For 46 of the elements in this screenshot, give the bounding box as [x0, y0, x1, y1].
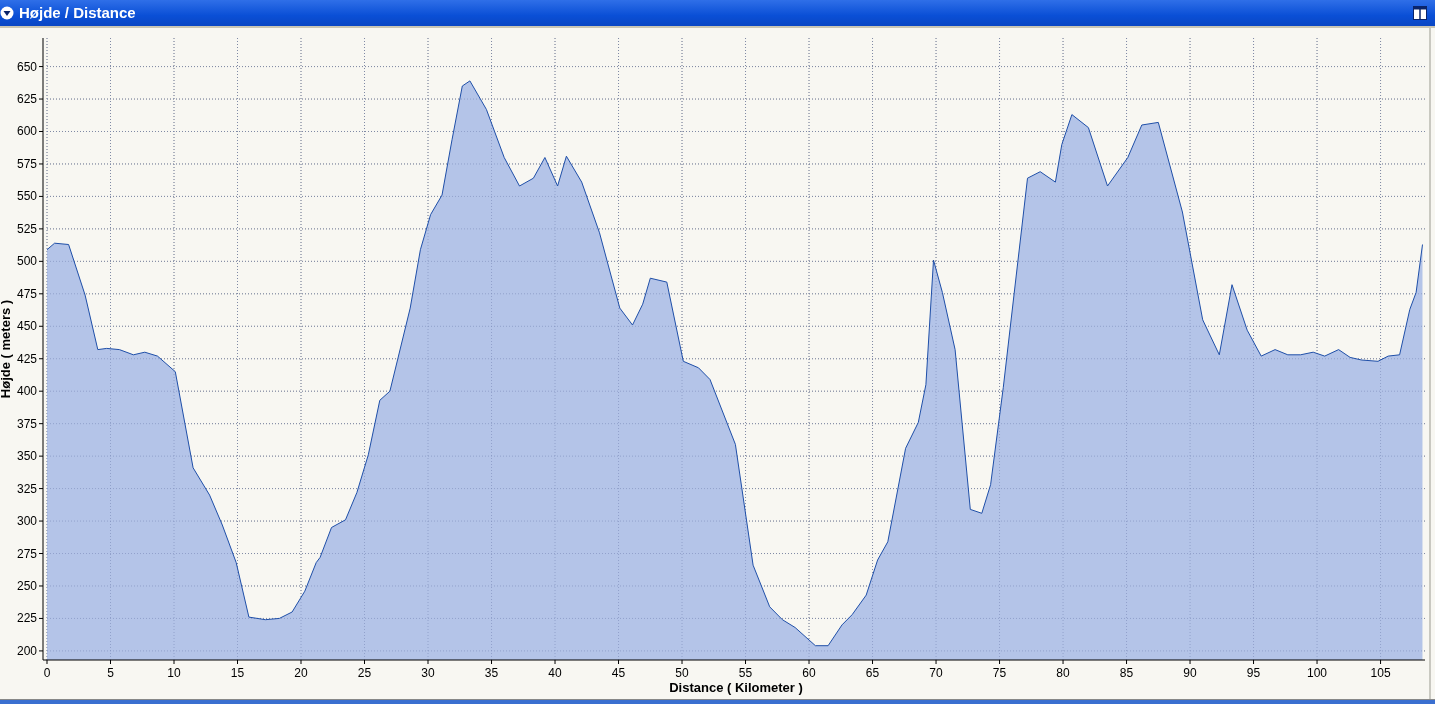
y-tick-label: 325: [16, 481, 37, 496]
y-tick-label: 225: [16, 611, 37, 626]
y-tick-label: 650: [16, 59, 37, 74]
x-tick-label: 15: [230, 665, 245, 680]
y-tick-label: 350: [16, 449, 37, 464]
x-tick-label: 20: [294, 665, 308, 680]
panel-title: Højde / Distance: [19, 4, 137, 22]
x-tick-label: 55: [738, 665, 753, 680]
y-tick-label: 300: [16, 514, 37, 529]
x-axis-title: Distance ( Kilometer ): [669, 679, 803, 695]
x-tick-label: 60: [802, 665, 816, 680]
x-tick-label: 50: [675, 665, 689, 680]
y-tick-label: 525: [16, 221, 37, 236]
y-tick-label: 425: [16, 351, 37, 366]
x-tick-label: 70: [929, 665, 943, 680]
y-tick-label: 500: [16, 254, 37, 269]
y-tick-label: 275: [16, 546, 37, 561]
columns-icon[interactable]: [1413, 6, 1427, 20]
collapse-icon[interactable]: [0, 6, 14, 20]
x-tick-label: 85: [1119, 665, 1134, 680]
y-tick-label: 450: [16, 319, 37, 334]
x-tick-label: 25: [357, 665, 372, 680]
x-tick-label: 80: [1056, 665, 1070, 680]
x-tick-label: 40: [548, 665, 562, 680]
x-tick-label: 0: [43, 665, 51, 680]
x-tick-label: 95: [1246, 665, 1261, 680]
x-tick-label: 100: [1307, 665, 1328, 680]
x-tick-label: 105: [1370, 665, 1391, 680]
x-tick-label: 35: [484, 665, 499, 680]
x-tick-label: 65: [865, 665, 880, 680]
x-tick-label: 90: [1183, 665, 1197, 680]
y-tick-label: 250: [16, 578, 37, 593]
x-tick-label: 10: [167, 665, 181, 680]
y-tick-label: 375: [16, 416, 37, 431]
x-tick-label: 75: [992, 665, 1007, 680]
x-tick-label: 30: [421, 665, 435, 680]
y-tick-label: 400: [16, 384, 37, 399]
y-tick-label: 625: [16, 92, 37, 106]
y-tick-label: 475: [16, 286, 37, 301]
y-tick-label: 550: [16, 189, 37, 204]
y-axis-title: Højde ( meters ): [0, 299, 13, 399]
x-tick-label: 5: [107, 665, 114, 680]
y-tick-label: 575: [16, 156, 37, 171]
y-tick-label: 200: [16, 643, 37, 658]
y-tick-label: 600: [16, 124, 37, 139]
x-tick-label: 45: [611, 665, 626, 680]
